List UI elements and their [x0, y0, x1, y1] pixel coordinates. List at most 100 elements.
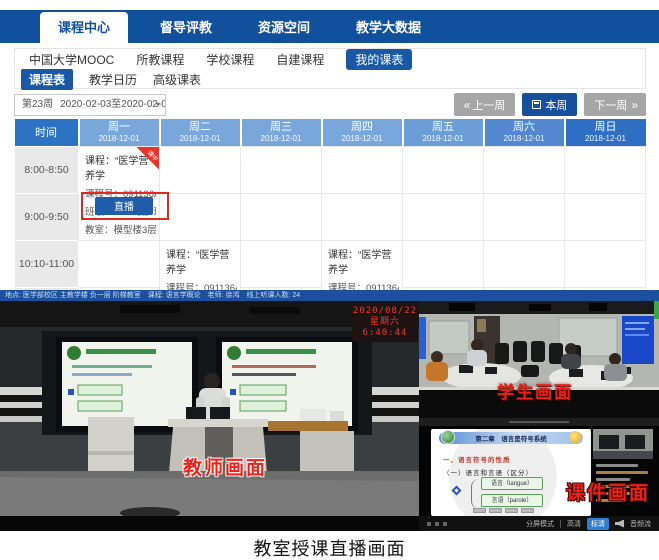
empty-cell: [565, 146, 646, 193]
term-langue: 语言（langue）: [481, 477, 543, 490]
empty-cell: [322, 193, 403, 240]
table-row: 8:00-8:50 课中 课程：“医学营养学 课程号：091136A-07 班级…: [15, 146, 646, 193]
courseware-label: 课件画面: [566, 478, 650, 505]
caret-down-icon: ▾: [156, 95, 160, 115]
prev-week-button[interactable]: « 上一周: [454, 93, 516, 116]
tab-resource-space[interactable]: 资源空间: [244, 13, 324, 43]
link-school-courses[interactable]: 学校课程: [206, 51, 254, 68]
day-header-monday: 周一2018-12-01: [79, 119, 160, 146]
slide-subheading: （一）语言和言语（区分）: [443, 467, 533, 477]
day-header-saturday: 周六2018-12-01: [484, 119, 565, 146]
link-taught-courses[interactable]: 所教课程: [136, 51, 184, 68]
course-cell-monday: 课中 课程：“医学营养学 课程号：091136A-07 班级：2017级护理成本…: [79, 146, 160, 240]
course-room: 教室：模型楼3层307教室: [85, 222, 156, 236]
empty-cell: [241, 240, 322, 287]
logo-icon: [441, 430, 455, 444]
day-header-sunday: 周日2018-12-01: [565, 119, 646, 146]
empty-cell: [241, 146, 322, 193]
live-status-bar: 地点: 医学部校区 主教学楼 负一层 阶梯教室 课程: 语言学概论 老师: 徐鸿…: [0, 290, 659, 301]
clock-weekday: 星期六: [352, 317, 418, 328]
day-header-thursday: 周四2018-12-01: [322, 119, 403, 146]
double-chevron-left-icon: «: [464, 98, 469, 112]
logo-icon: [569, 431, 581, 443]
player-controls: 分屏模式 高清 标清 音频流: [419, 516, 659, 531]
link-self-built-courses[interactable]: 自建课程: [276, 51, 324, 68]
day-header-friday: 周五2018-12-01: [403, 119, 484, 146]
empty-cell: [484, 240, 565, 287]
week-range: 2020-02-03至2020-02-09(有课): [60, 99, 166, 110]
week-number: 第23周: [22, 99, 53, 110]
student-label: 学生画面: [497, 378, 573, 403]
divider: [560, 520, 561, 528]
next-week-label: 下一周: [594, 97, 627, 113]
day-header-wednesday: 周三2018-12-01: [241, 119, 322, 146]
table-row: 10:10-11:00 课程：“医学营养学 课程号：091136A-07 班级：…: [15, 240, 646, 287]
brace-icon: [471, 479, 479, 509]
week-select[interactable]: 第23周 2020-02-03至2020-02-09(有课) ▾: [14, 94, 166, 116]
audio-stream-label: 音频流: [630, 519, 651, 529]
day-header-tuesday: 周二2018-12-01: [160, 119, 241, 146]
player-buttons-icon: [427, 522, 447, 526]
slide-pager: [473, 508, 534, 513]
teacher-label: 教师画面: [183, 453, 267, 480]
tab-teaching-calendar[interactable]: 教学日历: [89, 71, 137, 88]
slide-title: 第二章 语言是符号系统: [475, 433, 547, 443]
hd-quality-label: 高清: [567, 519, 581, 529]
subnav-panel: 中国大学MOOC 所教课程 学校课程 自建课程 我的课表 课程表 教学日历 高级…: [14, 48, 646, 89]
player-info-strip: [419, 418, 659, 426]
live-button[interactable]: 直播: [95, 197, 153, 215]
clock-date: 2020/08/22: [352, 306, 418, 317]
empty-cell: [484, 193, 565, 240]
current-week-label: 本周: [545, 97, 567, 113]
next-week-button[interactable]: 下一周 »: [584, 93, 646, 116]
prev-week-label: 上一周: [472, 97, 505, 113]
empty-cell: [241, 193, 322, 240]
empty-cell: [565, 193, 646, 240]
led-clock: 2020/08/22 星期六 6:40:44: [352, 303, 418, 342]
mini-classroom-graphic: [593, 429, 653, 459]
course-source-row: 中国大学MOOC 所教课程 学校课程 自建课程 我的课表: [15, 49, 645, 70]
tab-course-center[interactable]: 课程中心: [40, 12, 128, 43]
time-column-header: 时间: [15, 119, 79, 146]
slide-title-bar: 第二章 语言是符号系统: [439, 432, 583, 444]
diamond-icon: [452, 486, 462, 496]
link-my-timetable[interactable]: 我的课表: [346, 49, 412, 70]
clock-time: 6:40:44: [352, 328, 418, 339]
tab-advanced-timetable[interactable]: 高级课表: [153, 71, 201, 88]
empty-cell: [403, 193, 484, 240]
course-title: 课程：“医学营养学: [85, 152, 156, 182]
live-video-area: 2020/08/22 星期六 6:40:44 教师画面: [0, 301, 659, 531]
courseware-view: 第二章 语言是符号系统 一、语言符号的性质 （一）语言和言语（区分） 语言（la…: [419, 426, 659, 531]
course-title: 课程：“医学营养学: [166, 246, 237, 276]
student-camera-view: 学生画面: [419, 301, 659, 418]
double-chevron-right-icon: »: [631, 98, 636, 112]
speaker-icon: [615, 520, 624, 528]
figure-caption: 教室授课直播画面: [0, 531, 659, 560]
view-tabs-row: 课程表 教学日历 高级课表: [15, 70, 645, 89]
link-china-mooc[interactable]: 中国大学MOOC: [29, 51, 114, 68]
tab-timetable-view[interactable]: 课程表: [21, 69, 73, 90]
status-text: 地点: 医学部校区 主教学楼 负一层 阶梯教室 课程: 语言学概论 老师: 徐鸿…: [5, 292, 300, 299]
empty-cell: [160, 193, 241, 240]
screen-mode-label: 分屏模式: [526, 519, 554, 529]
empty-cell: [403, 146, 484, 193]
time-slot: 10:10-11:00: [15, 240, 79, 287]
empty-cell: [565, 240, 646, 287]
empty-cell: [322, 146, 403, 193]
calendar-icon: [532, 100, 541, 109]
time-slot: 9:00-9:50: [15, 193, 79, 240]
tab-supervision-evaluation[interactable]: 督导评教: [146, 13, 226, 43]
slide-heading: 一、语言符号的性质: [443, 454, 511, 464]
current-week-button[interactable]: 本周: [522, 93, 577, 116]
green-marker: [654, 301, 659, 319]
timetable-header-row: 时间 周一2018-12-01 周二2018-12-01 周三2018-12-0…: [15, 119, 646, 146]
empty-cell: [79, 240, 160, 287]
page: 课程中心 督导评教 资源空间 教学大数据 中国大学MOOC 所教课程 学校课程 …: [0, 0, 659, 560]
mini-video-thumbnail: [593, 429, 653, 459]
tab-teaching-bigdata[interactable]: 教学大数据: [342, 13, 435, 43]
teacher-camera-view: 2020/08/22 星期六 6:40:44 教师画面: [0, 301, 419, 531]
empty-cell: [403, 240, 484, 287]
top-navbar: 课程中心 督导评教 资源空间 教学大数据: [0, 10, 659, 43]
time-slot: 8:00-8:50: [15, 146, 79, 193]
sd-quality-button: 标清: [587, 518, 609, 530]
